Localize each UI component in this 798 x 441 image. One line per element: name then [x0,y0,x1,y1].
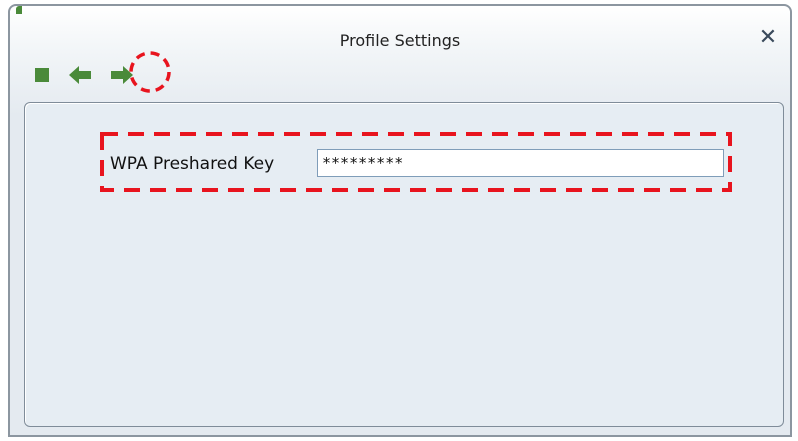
next-arrow-icon [106,60,136,90]
wpa-key-row: WPA Preshared Key [100,132,732,192]
window-corner-accent [16,6,22,14]
close-button[interactable]: ✕ [756,26,780,50]
back-button[interactable] [66,60,96,90]
toolbar [28,60,188,90]
next-button[interactable] [106,60,136,90]
stop-square-icon [28,60,58,90]
window-title: Profile Settings [339,31,461,50]
wpa-key-input[interactable] [317,149,724,177]
back-arrow-icon [66,60,96,90]
wpa-key-label: WPA Preshared Key [110,154,275,174]
stop-button[interactable] [28,60,58,90]
stage: Profile Settings ✕ WPA Preshared Key ***… [0,0,798,441]
